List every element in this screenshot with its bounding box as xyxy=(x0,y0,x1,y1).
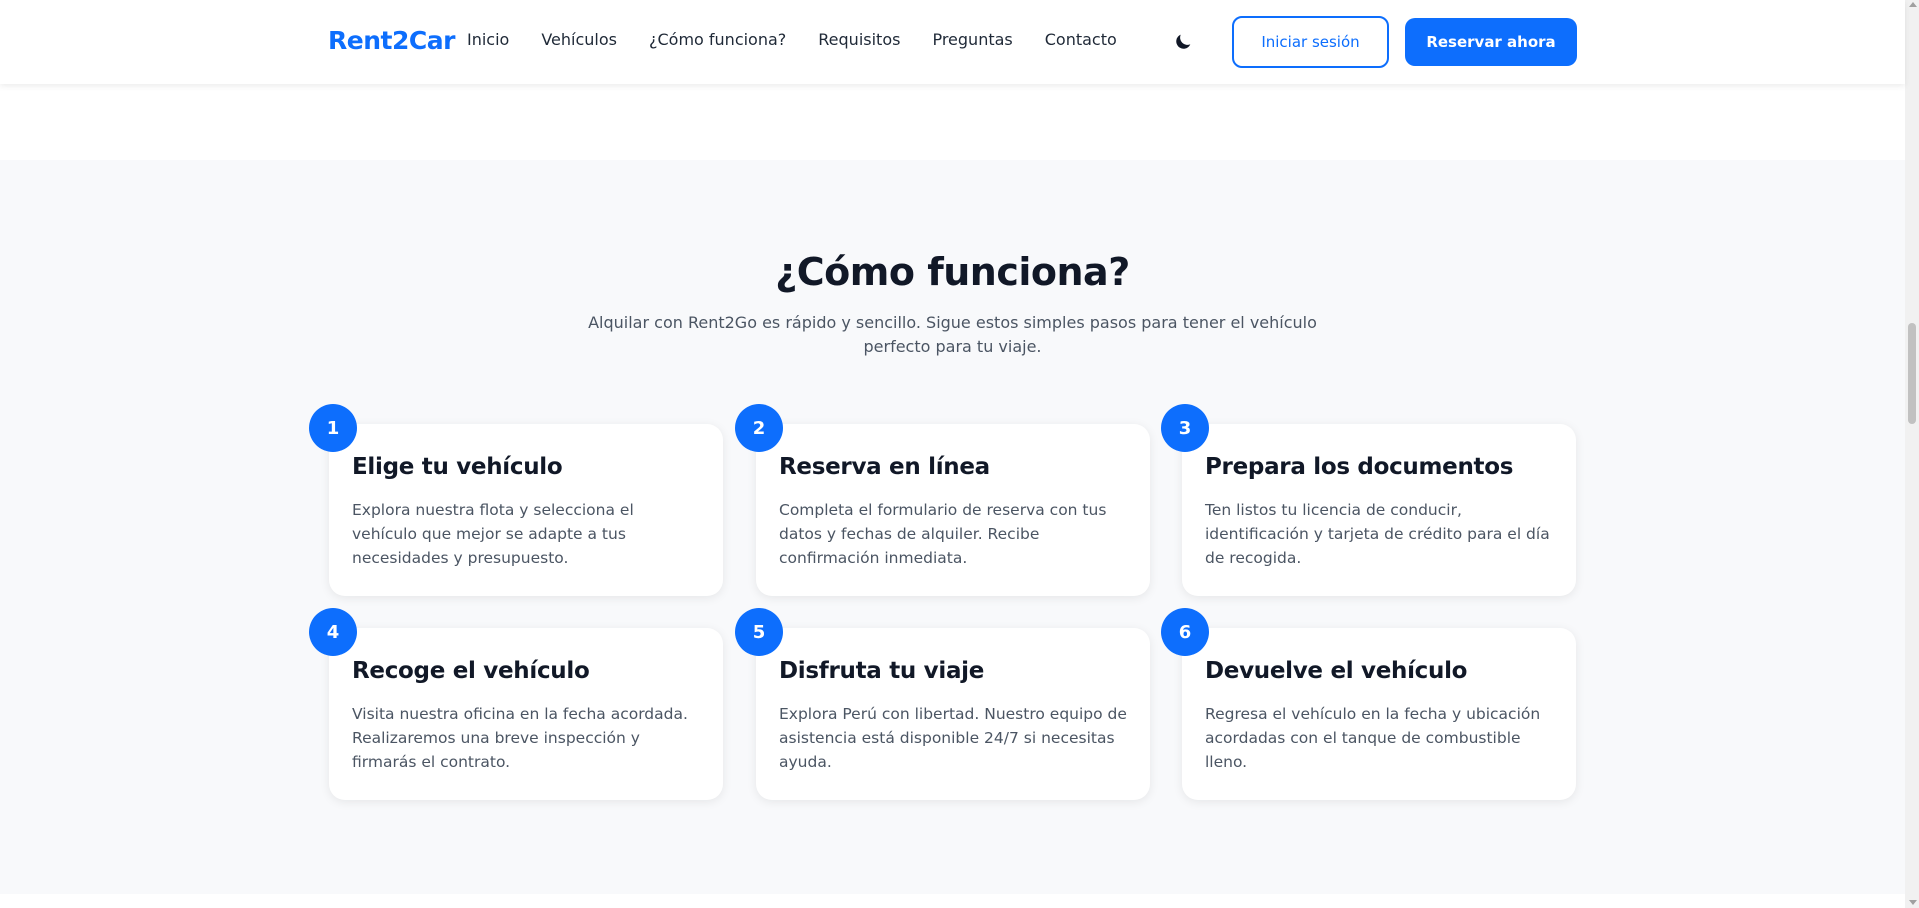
step-description: Visita nuestra oficina en la fecha acord… xyxy=(352,705,688,771)
step-description: Ten listos tu licencia de conducir, iden… xyxy=(1205,501,1550,567)
nav-link-contacto[interactable]: Contacto xyxy=(1045,30,1117,49)
navbar: Rent2Car Inicio Vehículos ¿Cómo funciona… xyxy=(0,0,1905,84)
reserve-button[interactable]: Reservar ahora xyxy=(1405,18,1577,66)
step-title: Prepara los documentos xyxy=(1205,454,1514,480)
step-card: Prepara los documentos Ten listos tu lic… xyxy=(1182,424,1576,596)
step-description: Completa el formulario de reserva con tu… xyxy=(779,501,1107,567)
logo[interactable]: Rent2Car xyxy=(328,26,455,55)
step-title: Recoge el vehículo xyxy=(352,658,590,684)
section-subtitle: Alquilar con Rent2Go es rápido y sencill… xyxy=(588,313,1317,356)
nav-link-inicio[interactable]: Inicio xyxy=(467,30,509,49)
nav-link-vehiculos[interactable]: Vehículos xyxy=(541,30,617,49)
step-title: Reserva en línea xyxy=(779,454,990,480)
step-description: Explora nuestra flota y selecciona el ve… xyxy=(352,501,634,567)
step-title: Devuelve el vehículo xyxy=(1205,658,1468,684)
step-number-badge: 1 xyxy=(309,404,357,452)
step-title: Elige tu vehículo xyxy=(352,454,563,480)
scroll-up-arrow-icon[interactable] xyxy=(1909,2,1917,7)
step-card: Devuelve el vehículo Regresa el vehículo… xyxy=(1182,628,1576,800)
scrollbar-track[interactable] xyxy=(1905,0,1919,908)
login-button[interactable]: Iniciar sesión xyxy=(1232,16,1389,68)
scrollbar-thumb[interactable] xyxy=(1908,323,1916,424)
nav-link-como-funciona[interactable]: ¿Cómo funciona? xyxy=(649,30,786,49)
step-card: Disfruta tu viaje Explora Perú con liber… xyxy=(756,628,1150,800)
step-title: Disfruta tu viaje xyxy=(779,658,985,684)
step-number-badge: 6 xyxy=(1161,608,1209,656)
step-number-badge: 4 xyxy=(309,608,357,656)
nav-link-requisitos[interactable]: Requisitos xyxy=(818,30,900,49)
step-number-badge: 3 xyxy=(1161,404,1209,452)
step-card: Reserva en línea Completa el formulario … xyxy=(756,424,1150,596)
section-title: ¿Cómo funciona? xyxy=(775,250,1130,294)
step-number-badge: 5 xyxy=(735,608,783,656)
step-description: Explora Perú con libertad. Nuestro equip… xyxy=(779,705,1127,771)
step-card: Recoge el vehículo Visita nuestra oficin… xyxy=(329,628,723,800)
step-number-badge: 2 xyxy=(735,404,783,452)
scroll-down-arrow-icon[interactable] xyxy=(1909,900,1917,905)
nav-links: Inicio Vehículos ¿Cómo funciona? Requisi… xyxy=(467,30,1149,49)
step-description: Regresa el vehículo en la fecha y ubicac… xyxy=(1205,705,1541,771)
moon-icon[interactable] xyxy=(1172,31,1194,53)
nav-link-preguntas[interactable]: Preguntas xyxy=(932,30,1012,49)
step-card: Elige tu vehículo Explora nuestra flota … xyxy=(329,424,723,596)
